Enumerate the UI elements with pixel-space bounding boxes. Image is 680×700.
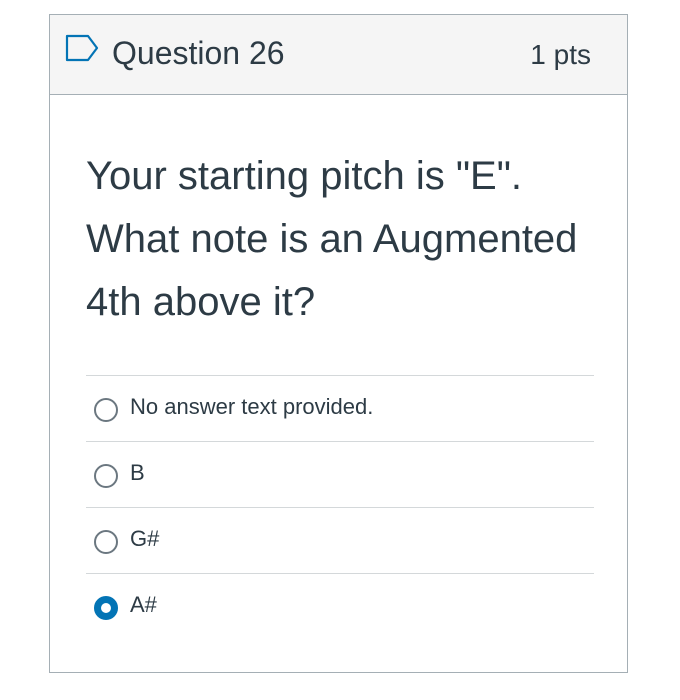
radio-button[interactable] [94, 530, 118, 554]
question-title: Question 26 [112, 35, 285, 71]
question-points: 1 pts [530, 39, 591, 70]
radio-button-selected[interactable] [94, 596, 118, 620]
answer-label: No answer text provided. [130, 394, 374, 419]
answer-list: No answer text provided. B G# A# [86, 375, 594, 639]
question-header: Question 26 1 pts [50, 15, 627, 95]
question-text: Your starting pitch is "E". What note is… [86, 154, 578, 324]
radio-button[interactable] [94, 398, 118, 422]
answer-option[interactable]: B [86, 441, 594, 507]
answer-option[interactable]: No answer text provided. [86, 375, 594, 441]
answer-option[interactable]: G# [86, 507, 594, 573]
answer-label: B [130, 460, 145, 485]
answer-label: G# [130, 526, 160, 551]
radio-button[interactable] [94, 464, 118, 488]
answer-label: A# [130, 592, 157, 617]
flag-icon[interactable] [64, 33, 100, 63]
question-card: Question 26 1 pts Your starting pitch is… [49, 14, 628, 673]
answer-option[interactable]: A# [86, 573, 594, 639]
